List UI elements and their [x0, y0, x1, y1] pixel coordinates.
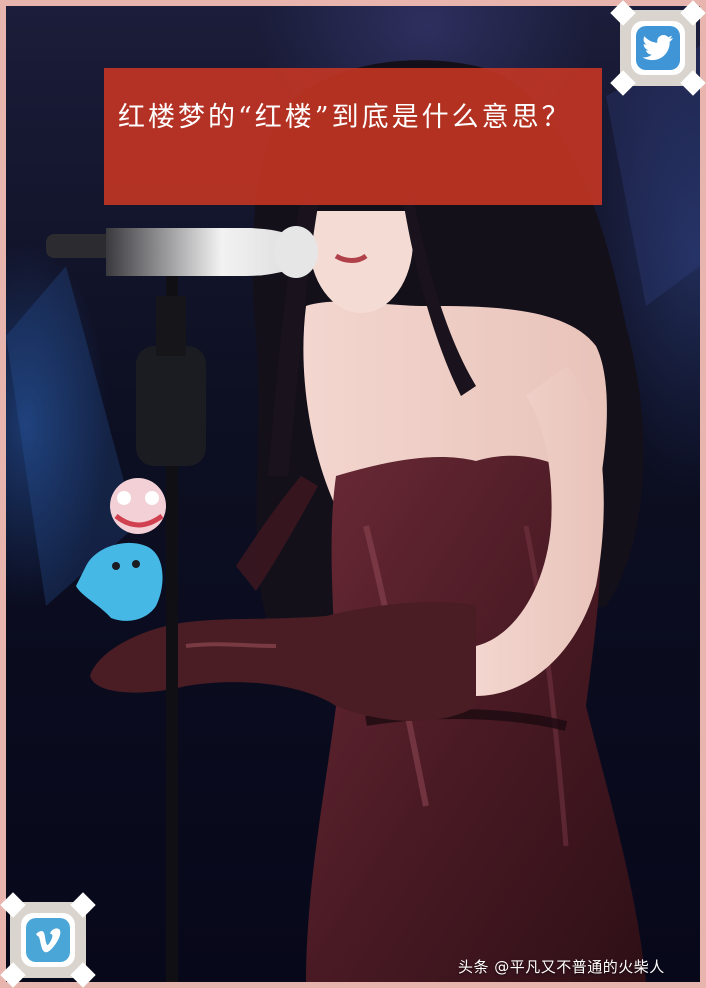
watermark-text: 头条 @平凡又不普通的火柴人 — [458, 958, 665, 976]
twitter-icon — [636, 26, 680, 70]
vimeo-share-button[interactable] — [0, 892, 96, 988]
twitter-share-button[interactable] — [610, 0, 706, 96]
vimeo-icon — [26, 918, 70, 962]
title-overlay: 红楼梦的“红楼”到底是什么意思？ — [104, 68, 602, 205]
article-title: 红楼梦的“红楼”到底是什么意思？ — [118, 102, 572, 133]
